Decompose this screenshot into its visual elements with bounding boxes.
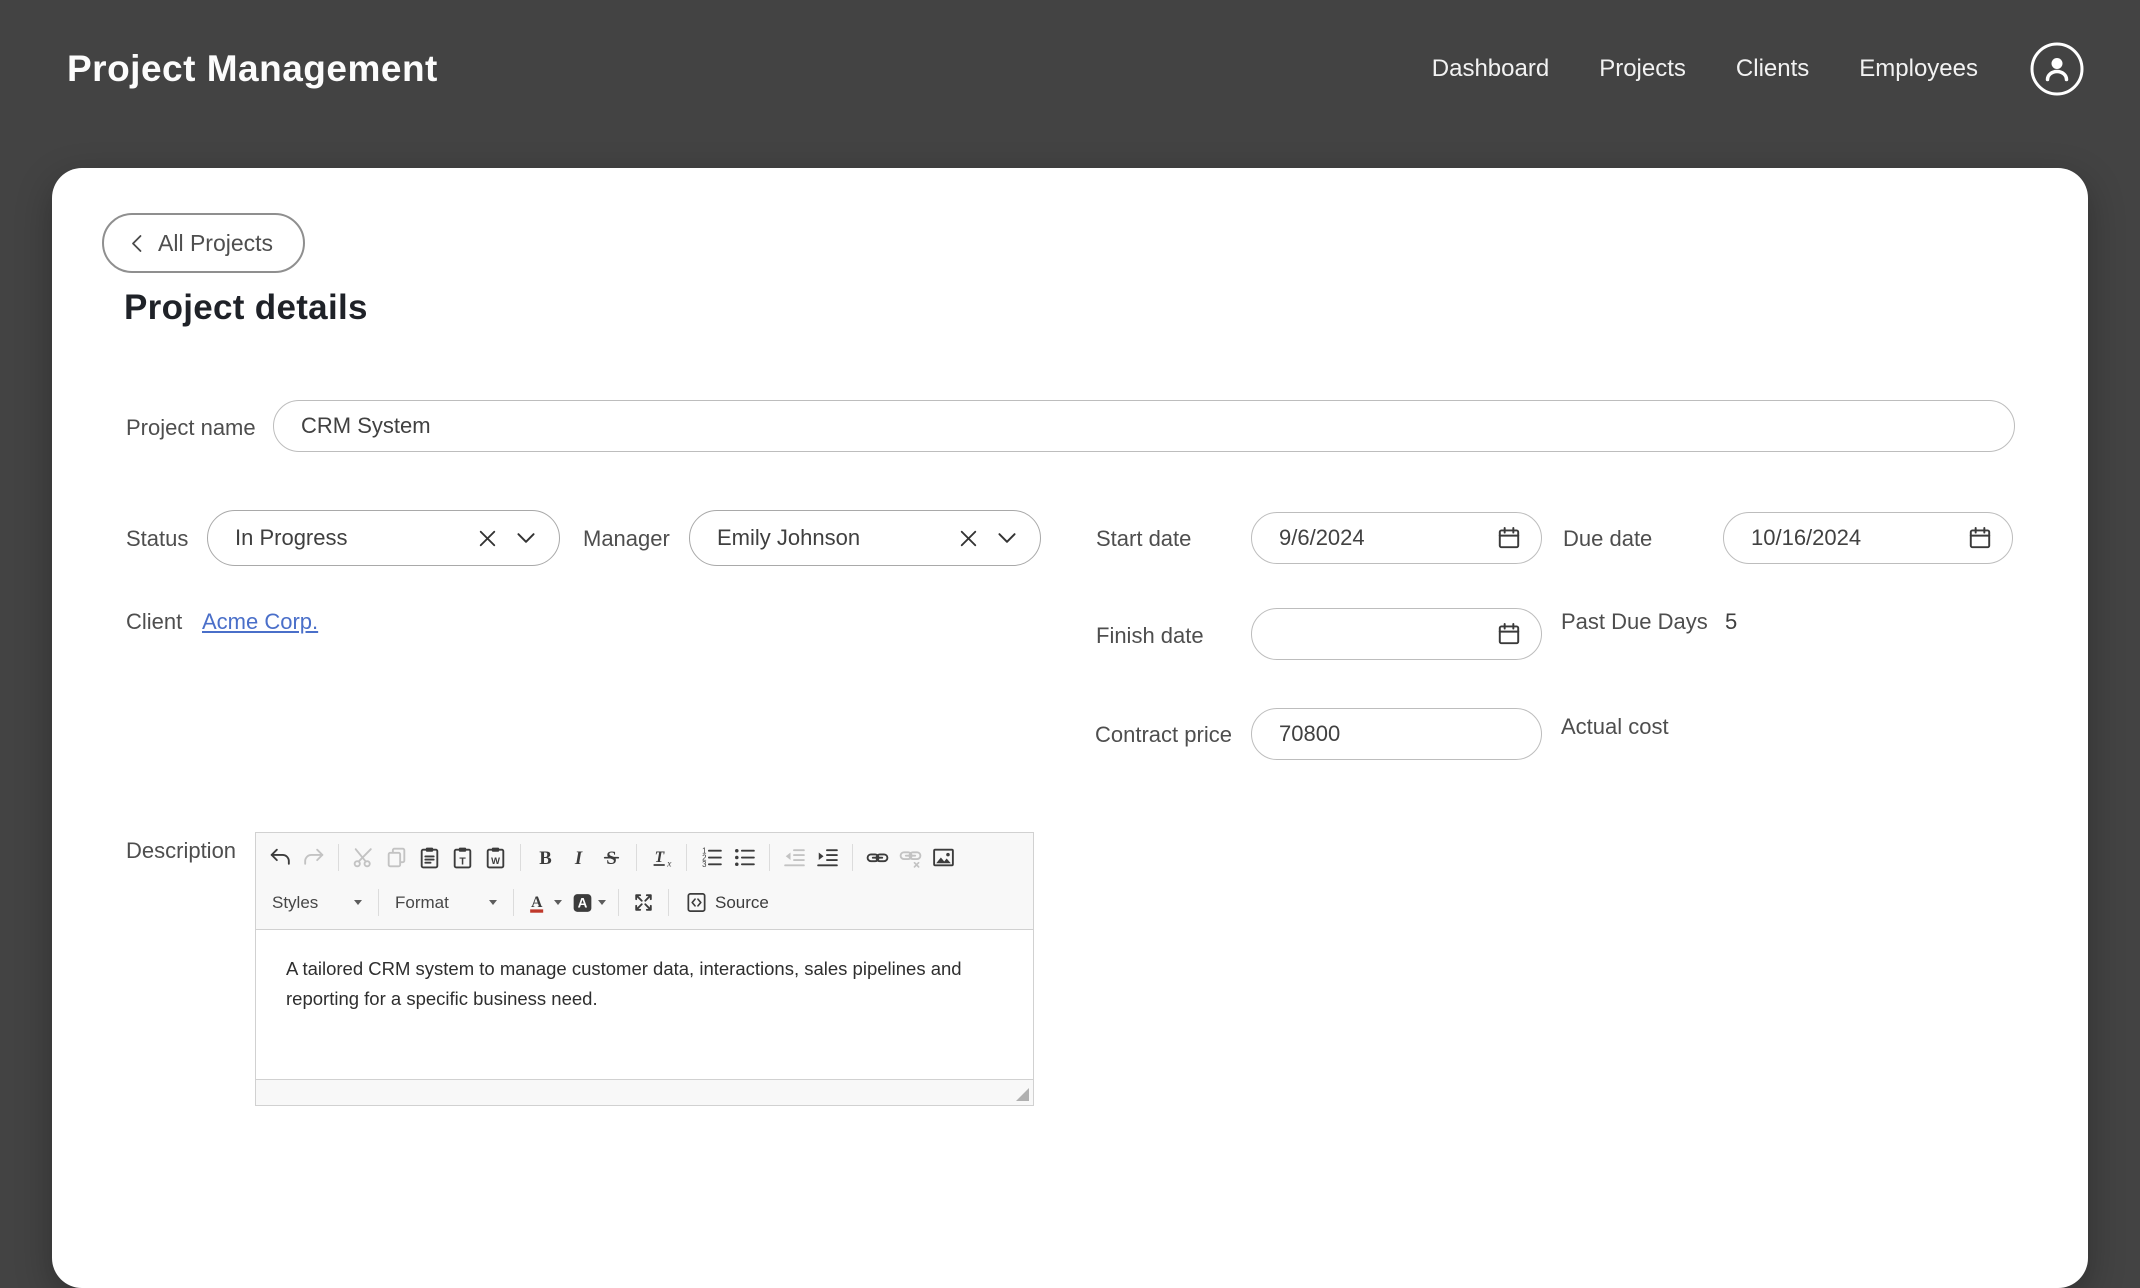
app-header: Project Management Dashboard Projects Cl… bbox=[0, 0, 2140, 168]
toolbar-separator bbox=[378, 889, 379, 916]
status-value: In Progress bbox=[235, 525, 475, 551]
manager-label: Manager bbox=[583, 526, 670, 552]
nav-item-employees[interactable]: Employees bbox=[1859, 55, 1978, 83]
user-icon[interactable] bbox=[2028, 40, 2086, 98]
svg-text:I: I bbox=[574, 848, 583, 869]
project-name-input[interactable] bbox=[273, 400, 2015, 452]
toolbar-separator bbox=[513, 889, 514, 916]
all-projects-back-button[interactable]: All Projects bbox=[102, 213, 305, 273]
back-button-label: All Projects bbox=[158, 230, 273, 257]
nav-item-dashboard[interactable]: Dashboard bbox=[1432, 55, 1549, 83]
clear-icon[interactable] bbox=[956, 526, 981, 551]
svg-text:T: T bbox=[655, 849, 666, 866]
toolbar-separator bbox=[338, 844, 339, 871]
svg-text:3: 3 bbox=[702, 860, 706, 869]
svg-text:W: W bbox=[491, 856, 500, 866]
editor-toolbar: T W B IS Tx 123 Styles Format A A bbox=[256, 833, 1033, 930]
numbered-list-icon[interactable]: 123 bbox=[695, 839, 728, 877]
source-button[interactable]: Source bbox=[677, 884, 777, 922]
chevron-down-icon bbox=[489, 900, 497, 905]
calendar-icon[interactable] bbox=[1496, 525, 1522, 551]
paste-word-icon[interactable]: W bbox=[479, 839, 512, 877]
undo-icon[interactable] bbox=[264, 839, 297, 877]
format-dropdown[interactable]: Format bbox=[387, 884, 505, 922]
clear-icon[interactable] bbox=[475, 526, 500, 551]
bold-icon[interactable]: B bbox=[529, 839, 562, 877]
nav-item-clients[interactable]: Clients bbox=[1736, 55, 1809, 83]
actual-cost-label: Actual cost bbox=[1561, 714, 1669, 740]
redo-icon bbox=[297, 839, 330, 877]
project-details-card: All Projects Project details Project nam… bbox=[52, 168, 2088, 1288]
main-nav: Dashboard Projects Clients Employees bbox=[1432, 40, 2086, 98]
italic-icon[interactable]: I bbox=[562, 839, 595, 877]
contract-price-field-wrap bbox=[1251, 708, 1542, 760]
status-label: Status bbox=[126, 526, 188, 552]
toolbar-separator bbox=[668, 889, 669, 916]
resize-handle-icon[interactable] bbox=[1016, 1088, 1029, 1101]
svg-text:T: T bbox=[459, 856, 466, 867]
bulleted-list-icon[interactable] bbox=[728, 839, 761, 877]
past-due-days-value: 5 bbox=[1725, 609, 1737, 635]
contract-price-label: Contract price bbox=[1095, 722, 1232, 748]
finish-date-field-wrap bbox=[1251, 608, 1542, 660]
svg-text:x: x bbox=[666, 859, 672, 869]
description-editor: T W B IS Tx 123 Styles Format A A bbox=[255, 832, 1034, 1106]
calendar-icon[interactable] bbox=[1496, 621, 1522, 647]
background-color-icon[interactable]: A bbox=[566, 884, 610, 922]
svg-text:B: B bbox=[539, 848, 552, 869]
description-text: A tailored CRM system to manage customer… bbox=[286, 954, 986, 1014]
link-icon[interactable] bbox=[861, 839, 894, 877]
manager-select[interactable]: Emily Johnson bbox=[689, 510, 1041, 566]
svg-text:A: A bbox=[578, 896, 588, 911]
past-due-days-label: Past Due Days bbox=[1561, 609, 1708, 635]
paste-text-icon[interactable]: T bbox=[446, 839, 479, 877]
client-label: Client bbox=[126, 609, 182, 635]
description-content[interactable]: A tailored CRM system to manage customer… bbox=[256, 930, 1033, 1079]
status-select[interactable]: In Progress bbox=[207, 510, 560, 566]
indent-icon[interactable] bbox=[811, 839, 844, 877]
chevron-down-icon[interactable] bbox=[994, 525, 1020, 551]
toolbar-separator bbox=[618, 889, 619, 916]
toolbar-separator bbox=[852, 844, 853, 871]
source-icon bbox=[685, 891, 708, 914]
svg-text:A: A bbox=[531, 894, 543, 911]
finish-date-label: Finish date bbox=[1096, 623, 1204, 649]
editor-footer bbox=[256, 1079, 1033, 1105]
strikethrough-icon[interactable]: S bbox=[595, 839, 628, 877]
toolbar-separator bbox=[520, 844, 521, 871]
start-date-label: Start date bbox=[1096, 526, 1191, 552]
cut-icon bbox=[347, 839, 380, 877]
maximize-icon[interactable] bbox=[627, 884, 660, 922]
paste-icon[interactable] bbox=[413, 839, 446, 877]
page-title: Project details bbox=[124, 288, 368, 328]
copy-icon bbox=[380, 839, 413, 877]
client-link[interactable]: Acme Corp. bbox=[202, 609, 318, 635]
chevron-down-icon[interactable] bbox=[513, 525, 539, 551]
app-title: Project Management bbox=[67, 48, 438, 90]
styles-dropdown[interactable]: Styles bbox=[264, 884, 370, 922]
project-name-field-wrap bbox=[273, 400, 2015, 452]
editor-toolbar-row2: Styles Format A A bbox=[264, 880, 1025, 925]
outdent-icon bbox=[778, 839, 811, 877]
toolbar-separator bbox=[769, 844, 770, 871]
due-date-field-wrap bbox=[1723, 512, 2013, 564]
contract-price-input[interactable] bbox=[1251, 708, 1542, 760]
description-label: Description bbox=[126, 838, 236, 864]
toolbar-separator bbox=[636, 844, 637, 871]
chevron-down-icon bbox=[354, 900, 362, 905]
project-name-label: Project name bbox=[126, 415, 256, 441]
chevron-left-icon bbox=[126, 231, 150, 255]
start-date-field-wrap bbox=[1251, 512, 1542, 564]
text-color-icon[interactable]: A bbox=[522, 884, 566, 922]
calendar-icon[interactable] bbox=[1967, 525, 1993, 551]
toolbar-separator bbox=[686, 844, 687, 871]
remove-format-icon[interactable]: Tx bbox=[645, 839, 678, 877]
due-date-label: Due date bbox=[1563, 526, 1652, 552]
editor-toolbar-row1: T W B IS Tx 123 bbox=[264, 835, 1025, 880]
manager-value: Emily Johnson bbox=[717, 525, 956, 551]
unlink-icon bbox=[894, 839, 927, 877]
image-icon[interactable] bbox=[927, 839, 960, 877]
nav-item-projects[interactable]: Projects bbox=[1599, 55, 1686, 83]
